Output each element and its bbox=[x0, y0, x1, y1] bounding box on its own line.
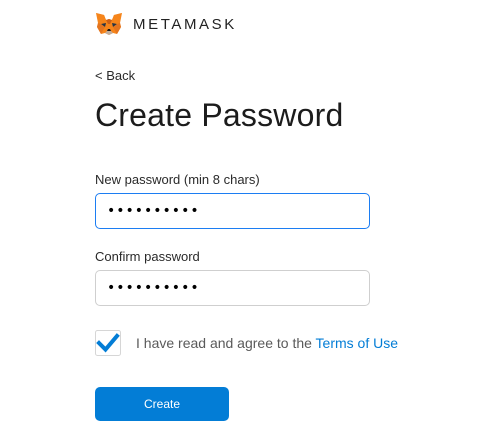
metamask-fox-icon bbox=[96, 13, 122, 35]
confirm-password-input[interactable] bbox=[95, 270, 370, 306]
page-title: Create Password bbox=[95, 97, 344, 133]
terms-prefix: I have read and agree to the bbox=[136, 335, 316, 351]
create-password-page: METAMASK < Back Create Password New pass… bbox=[0, 0, 480, 448]
new-password-label: New password (min 8 chars) bbox=[95, 172, 260, 187]
terms-agreement-text: I have read and agree to the Terms of Us… bbox=[136, 335, 398, 351]
confirm-password-label: Confirm password bbox=[95, 249, 200, 264]
brand-header: METAMASK bbox=[95, 12, 237, 37]
terms-of-use-link[interactable]: Terms of Use bbox=[316, 335, 398, 351]
back-link[interactable]: < Back bbox=[95, 68, 135, 83]
new-password-input[interactable] bbox=[95, 193, 370, 229]
checkbox-checked-icon[interactable] bbox=[95, 330, 121, 356]
terms-agreement: I have read and agree to the Terms of Us… bbox=[95, 330, 398, 356]
create-button[interactable]: Create bbox=[95, 387, 229, 421]
brand-wordmark: METAMASK bbox=[133, 16, 237, 33]
